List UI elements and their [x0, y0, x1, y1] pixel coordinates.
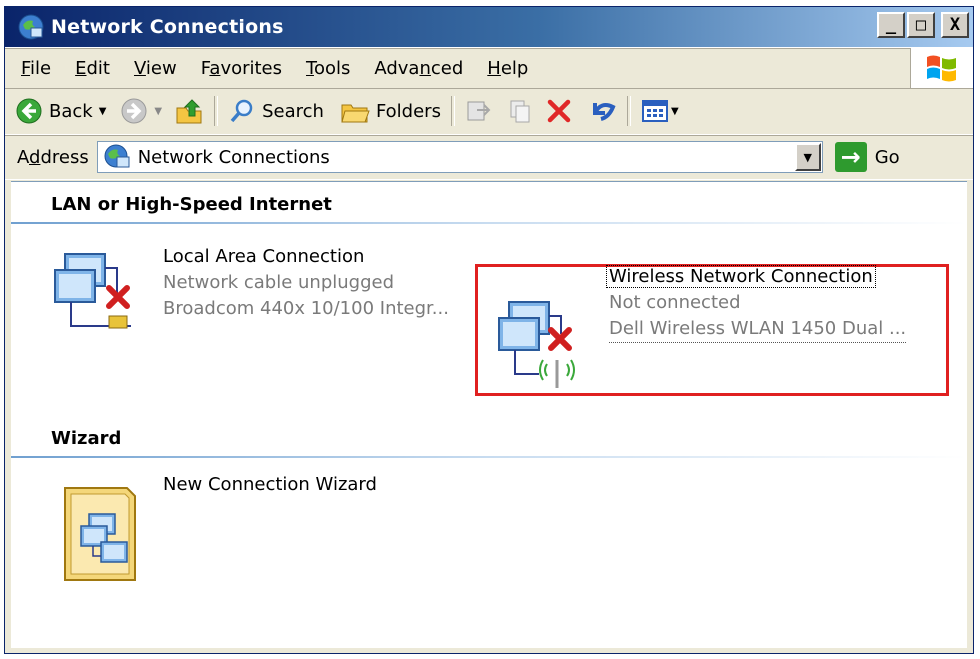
- title-bar[interactable]: Network Connections _ □ X: [5, 7, 973, 47]
- forward-button[interactable]: ▼: [120, 97, 162, 125]
- address-label: Address: [17, 146, 89, 168]
- close-icon: X: [949, 15, 961, 35]
- undo-icon: [592, 103, 616, 121]
- back-button[interactable]: Back ▼: [15, 97, 106, 125]
- wizard-text: New Connection Wizard: [163, 472, 377, 498]
- up-folder-button[interactable]: [174, 96, 204, 126]
- menu-file[interactable]: File: [5, 58, 63, 79]
- menu-view[interactable]: View: [122, 58, 189, 79]
- copy-to-icon: [510, 100, 530, 123]
- toolbar-separator: [450, 96, 455, 126]
- connection-name: Wireless Network Connection: [606, 264, 906, 290]
- new-connection-wizard[interactable]: New Connection Wizard: [55, 474, 415, 588]
- views-button[interactable]: ▼: [641, 98, 679, 124]
- up-folder-icon: [176, 99, 202, 124]
- go-button[interactable]: → Go: [834, 142, 900, 172]
- forward-dropdown-icon[interactable]: ▼: [154, 106, 162, 117]
- move-to-icon: [467, 101, 491, 121]
- copy-to-button[interactable]: [507, 98, 533, 124]
- connection-text: Wireless Network Connection Not connecte…: [606, 264, 907, 343]
- connection-name: Local Area Connection: [163, 246, 365, 267]
- group-header-lan: LAN or High-Speed Internet: [51, 194, 332, 215]
- minimize-icon: _: [885, 15, 897, 35]
- group-header-wizard: Wizard: [51, 428, 122, 449]
- toolbar-separator: [626, 96, 631, 126]
- maximize-button[interactable]: □: [907, 12, 935, 38]
- address-bar: Address Network Connections ▼ → Go: [5, 135, 973, 180]
- connection-wizard-icon: [64, 487, 136, 581]
- connection-local-area[interactable]: Local Area Connection Network cable unpl…: [51, 244, 471, 348]
- network-connections-icon: [104, 144, 130, 168]
- standard-toolbar: Back ▼ ▼ Search Folders ▼: [5, 88, 973, 135]
- connection-status: Network cable unplugged: [163, 272, 395, 293]
- folders-icon: [341, 104, 370, 123]
- search-button[interactable]: Search: [228, 97, 324, 125]
- address-field[interactable]: Network Connections ▼: [96, 141, 823, 173]
- explorer-window: Network Connections _ □ X File Edit View…: [4, 6, 974, 654]
- network-connections-icon: [18, 14, 44, 40]
- close-button[interactable]: X: [941, 12, 969, 38]
- window-title: Network Connections: [51, 16, 284, 38]
- folders-label: Folders: [375, 100, 441, 122]
- toolbar-separator: [214, 96, 219, 126]
- search-icon: [230, 99, 253, 123]
- connection-status: Not connected: [609, 292, 741, 313]
- back-arrow-icon: [16, 98, 42, 124]
- undo-button[interactable]: [587, 97, 617, 125]
- back-dropdown-icon[interactable]: ▼: [99, 106, 107, 117]
- chevron-down-icon: ▼: [803, 150, 812, 164]
- windows-flag-icon: [927, 55, 956, 82]
- go-arrow-icon: →: [834, 142, 867, 172]
- menu-advanced[interactable]: Advanced: [362, 58, 475, 79]
- menu-favorites[interactable]: Favorites: [189, 58, 294, 79]
- maximize-icon: □: [915, 15, 927, 35]
- views-icon: [641, 100, 668, 122]
- connection-wireless[interactable]: Wireless Network Connection Not connecte…: [495, 265, 935, 396]
- search-label: Search: [262, 100, 324, 122]
- delete-button[interactable]: [545, 97, 573, 125]
- menu-bar: File Edit View Favorites Tools Advanced …: [5, 47, 973, 89]
- minimize-button[interactable]: _: [877, 12, 905, 38]
- views-dropdown-icon[interactable]: ▼: [671, 106, 679, 117]
- wizard-name: New Connection Wizard: [163, 474, 377, 495]
- move-to-button[interactable]: [465, 98, 491, 124]
- delete-icon: [547, 99, 571, 123]
- windows-logo: [910, 48, 973, 88]
- wireless-disconnected-icon: [498, 301, 575, 388]
- forward-arrow-icon: [121, 98, 147, 124]
- connection-device: Dell Wireless WLAN 1450 Dual ...: [609, 316, 907, 343]
- menu-edit[interactable]: Edit: [63, 58, 122, 79]
- connection-device: Broadcom 440x 10/100 Integr...: [163, 298, 449, 319]
- connections-pane: LAN or High-Speed Internet Local Area Co…: [11, 181, 967, 648]
- connection-text: Local Area Connection Network cable unpl…: [163, 244, 449, 322]
- group-divider: [11, 222, 967, 224]
- folders-button[interactable]: Folders: [340, 97, 441, 125]
- menu-tools[interactable]: Tools: [294, 58, 362, 79]
- address-dropdown-button[interactable]: ▼: [794, 143, 821, 171]
- group-divider: [11, 456, 967, 458]
- back-label: Back: [49, 100, 93, 122]
- address-value: Network Connections: [137, 146, 330, 168]
- lan-disconnected-icon: [54, 253, 131, 329]
- menu-help[interactable]: Help: [475, 58, 540, 79]
- window-controls: _ □ X: [877, 12, 969, 38]
- go-label: Go: [874, 146, 900, 168]
